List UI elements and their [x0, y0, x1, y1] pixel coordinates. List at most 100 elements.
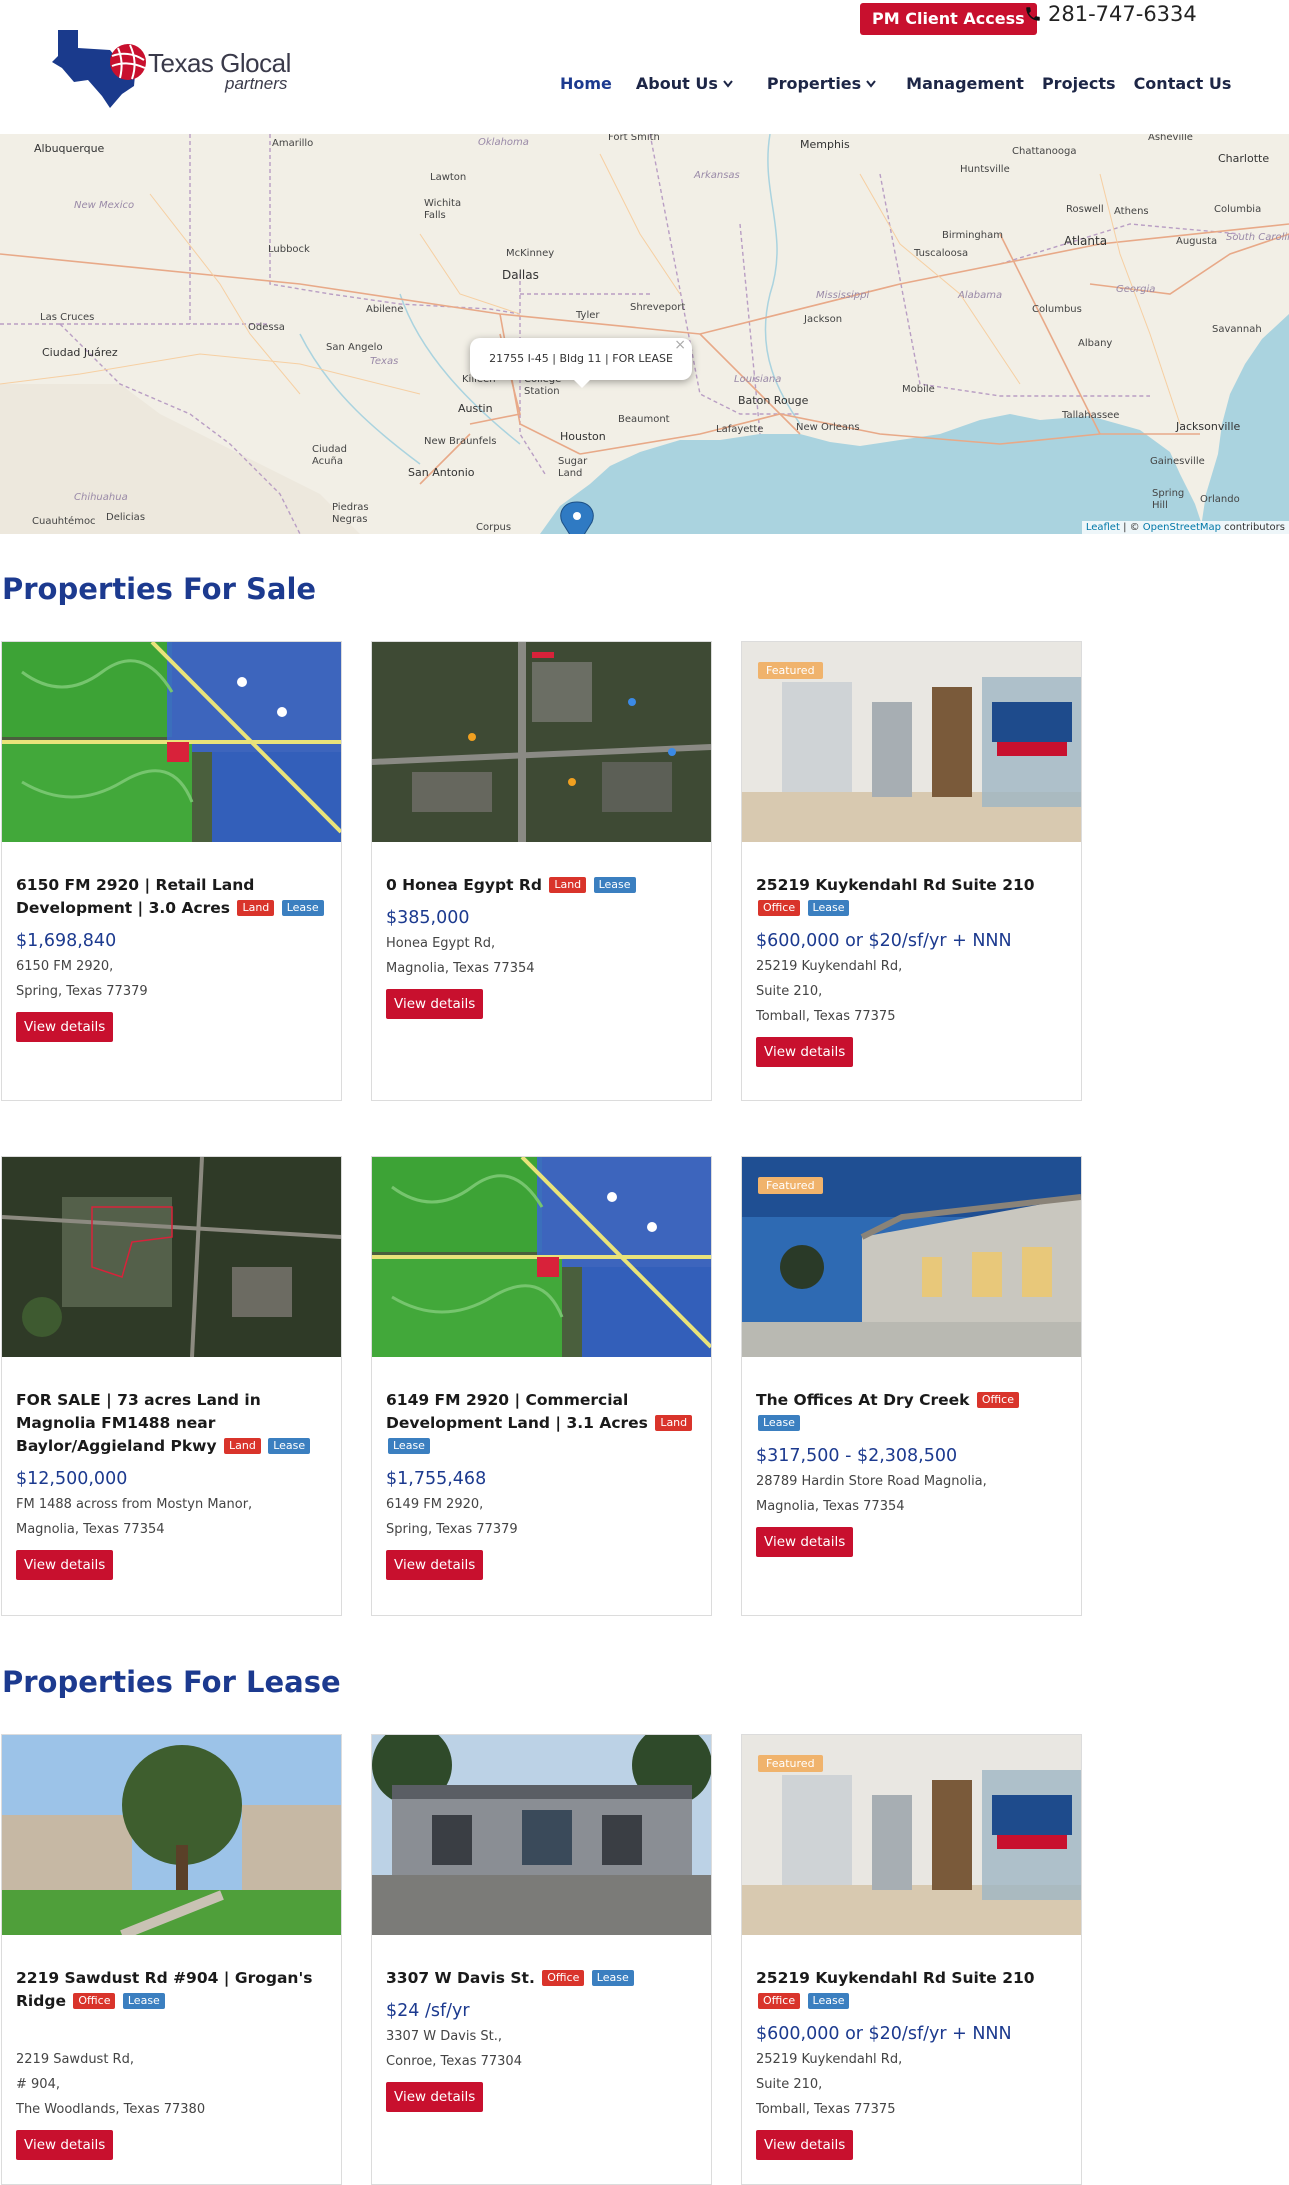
property-photo-icon — [372, 642, 711, 842]
nav-home[interactable]: Home — [560, 74, 612, 93]
map-label: Atlanta — [1064, 234, 1108, 248]
view-details-button[interactable]: View details — [16, 1550, 114, 1580]
map-label: Sugar Land — [558, 456, 588, 479]
property-image[interactable]: Featured — [742, 642, 1081, 842]
property-image[interactable]: Featured — [742, 1735, 1081, 1935]
property-address-line: 2219 Sawdust Rd, — [16, 2052, 134, 2067]
view-details-button[interactable]: View details — [756, 1037, 854, 1067]
osm-link[interactable]: OpenStreetMap — [1143, 522, 1221, 533]
property-card[interactable]: 3307 W Davis St. Office Lease $24 /sf/yr 3… — [371, 1734, 712, 2185]
property-title[interactable]: 25219 Kuykendahl Rd Suite 210 Office Lea… — [756, 1967, 1067, 2013]
map-label: New Mexico — [74, 200, 135, 211]
property-image[interactable] — [372, 642, 711, 842]
badge-office: Office — [758, 1993, 801, 2009]
pm-client-access-button[interactable]: PM Client Access — [860, 3, 1037, 35]
badge-lease: Lease — [758, 1415, 800, 1431]
nav-properties[interactable]: Properties — [767, 74, 876, 93]
badge-lease: Lease — [388, 1438, 430, 1454]
map-label: Dallas — [502, 268, 539, 282]
map-label: Georgia — [1116, 284, 1156, 295]
property-map[interactable]: Albuquerque Amarillo Oklahoma Fort Smith… — [0, 134, 1289, 534]
map-label: Austin — [458, 402, 493, 415]
property-card[interactable]: Featured 25219 Kuykendahl Rd Suite 210 Of… — [741, 1734, 1082, 2185]
map-label: Beaumont — [618, 414, 670, 425]
property-title[interactable]: 0 Honea Egypt Rd Land Lease — [386, 874, 697, 897]
nav-projects[interactable]: Projects — [1042, 74, 1116, 93]
property-image[interactable] — [2, 1735, 341, 1935]
property-card[interactable]: 2219 Sawdust Rd #904 | Grogan's Ridge Of… — [1, 1734, 342, 2185]
property-title[interactable]: FOR SALE | 73 acres Land in Magnolia FM1… — [16, 1389, 327, 1458]
property-address-line: 25219 Kuykendahl Rd, — [756, 959, 903, 974]
property-card[interactable]: Featured The Offices At Dry Creek Office … — [741, 1156, 1082, 1616]
card-body: 6150 FM 2920 | Retail Land Development |… — [2, 842, 341, 1062]
map-label: Birmingham — [942, 230, 1003, 241]
nav-about-us[interactable]: About Us — [636, 74, 733, 93]
site-logo[interactable]: Texas Glocal partners — [48, 20, 308, 110]
map-label: Lubbock — [268, 244, 310, 255]
view-details-button[interactable]: View details — [386, 2082, 484, 2112]
property-card[interactable]: Featured 25219 Kuykendahl Rd Suite 210 Of… — [741, 641, 1082, 1101]
nav-management[interactable]: Management — [906, 74, 1024, 93]
view-details-button[interactable]: View details — [756, 1527, 854, 1557]
map-label: Baton Rouge — [738, 394, 809, 407]
featured-badge: Featured — [758, 1177, 823, 1194]
view-details-button[interactable]: View details — [16, 1012, 114, 1042]
view-details-button[interactable]: View details — [16, 2130, 114, 2160]
nav-contact-us[interactable]: Contact Us — [1134, 74, 1232, 93]
nav-contact-us-label: Contact Us — [1133, 74, 1232, 93]
property-card[interactable]: 6149 FM 2920 | Commercial Development La… — [371, 1156, 712, 1616]
property-title[interactable]: 2219 Sawdust Rd #904 | Grogan's Ridge Of… — [16, 1967, 327, 2013]
card-body: The Offices At Dry Creek Office Lease $31… — [742, 1357, 1081, 1577]
property-card[interactable]: 6150 FM 2920 | Retail Land Development |… — [1, 641, 342, 1101]
property-title[interactable]: 6150 FM 2920 | Retail Land Development |… — [16, 874, 327, 920]
map-label: South Carolina — [1226, 232, 1289, 243]
map-label: Mobile — [902, 384, 935, 395]
attribution-separator: | © — [1119, 522, 1143, 533]
property-image[interactable] — [372, 1157, 711, 1357]
map-label: Tuscaloosa — [914, 248, 969, 259]
main-nav: Home About Us Properties Management Proj… — [560, 74, 1231, 93]
view-details-button[interactable]: View details — [756, 2130, 854, 2160]
property-image[interactable] — [372, 1735, 711, 1935]
property-title-text: 0 Honea Egypt Rd — [386, 876, 542, 894]
close-icon[interactable]: × — [674, 324, 686, 366]
property-image[interactable] — [2, 1157, 341, 1357]
featured-badge: Featured — [758, 1755, 823, 1772]
map-label: Alabama — [958, 290, 1003, 301]
property-address-line: Magnolia, Texas 77354 — [756, 1499, 905, 1514]
map-label: Columbus — [1032, 304, 1082, 315]
phone-link[interactable]: 281-747-6334 — [1024, 2, 1197, 26]
map-label: Orlando — [1200, 494, 1240, 505]
map-label: Jacksonville — [1176, 420, 1241, 433]
map-label: Roswell — [1066, 204, 1104, 215]
card-body: 25219 Kuykendahl Rd Suite 210 Office Lea… — [742, 842, 1081, 1087]
property-card[interactable]: FOR SALE | 73 acres Land in Magnolia FM1… — [1, 1156, 342, 1616]
card-body: FOR SALE | 73 acres Land in Magnolia FM1… — [2, 1357, 341, 1600]
leaflet-link[interactable]: Leaflet — [1086, 522, 1120, 533]
property-photo-icon — [372, 1735, 711, 1935]
map-label: Oklahoma — [478, 137, 529, 148]
map-label: Tallahassee — [1062, 410, 1120, 421]
card-body: 25219 Kuykendahl Rd Suite 210 Office Lea… — [742, 1935, 1081, 2180]
property-image[interactable] — [2, 642, 341, 842]
property-card[interactable]: 0 Honea Egypt Rd Land Lease $385,000 Honea… — [371, 641, 712, 1101]
map-label: Augusta — [1176, 236, 1218, 247]
map-label: Spring Hill — [1152, 488, 1185, 511]
property-title[interactable]: 6149 FM 2920 | Commercial Development La… — [386, 1389, 697, 1458]
property-title[interactable]: The Offices At Dry Creek Office Lease — [756, 1389, 1067, 1435]
view-details-button[interactable]: View details — [386, 1550, 484, 1580]
map-label: Wichita Falls — [424, 198, 462, 221]
map-label: Fort Smith — [608, 134, 660, 143]
view-details-button[interactable]: View details — [386, 989, 484, 1019]
map-label: Asheville — [1148, 134, 1193, 143]
property-image[interactable]: Featured — [742, 1157, 1081, 1357]
property-title[interactable]: 25219 Kuykendahl Rd Suite 210 Office Lea… — [756, 874, 1067, 920]
property-price: $600,000 or $20/sf/yr + NNN — [756, 931, 1012, 951]
property-title-text: 25219 Kuykendahl Rd Suite 210 — [756, 1969, 1035, 1987]
map-popup[interactable]: 21755 I-45 | Bldg 11 | FOR LEASE × — [470, 337, 692, 380]
badge-land: Land — [655, 1415, 693, 1431]
property-title[interactable]: 3307 W Davis St. Office Lease — [386, 1967, 697, 1990]
featured-badge: Featured — [758, 662, 823, 679]
card-body: 2219 Sawdust Rd #904 | Grogan's Ridge Of… — [2, 1935, 341, 2180]
map-label: New Braunfels — [424, 436, 497, 447]
